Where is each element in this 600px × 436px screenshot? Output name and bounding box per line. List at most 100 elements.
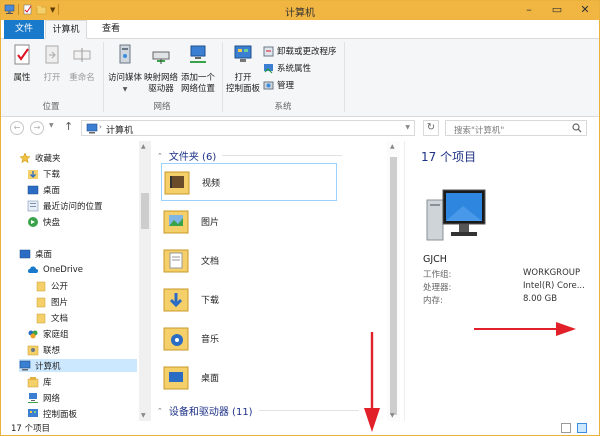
videos-folder-icon bbox=[164, 171, 190, 195]
refresh-button[interactable]: ↻ bbox=[423, 120, 439, 136]
content-scrollbar[interactable]: ▲ ▼ bbox=[387, 141, 400, 421]
rename-icon bbox=[73, 48, 91, 62]
add-network-location-icon bbox=[190, 45, 206, 63]
music-folder-icon bbox=[163, 327, 189, 351]
folder-item-pictures[interactable]: 图片 bbox=[161, 202, 337, 240]
recent-locations-chevron-icon[interactable]: ▼ bbox=[49, 122, 54, 129]
nav-item-computer[interactable]: 计算机 bbox=[19, 359, 137, 372]
nav-item-libraries[interactable]: 库 bbox=[27, 375, 52, 388]
ribbon-tabs: 文件 计算机 查看 bbox=[1, 20, 599, 39]
devices-group-header[interactable]: ⌃ 设备和驱动器 (11) bbox=[157, 403, 359, 418]
computer-name: GJCH bbox=[423, 254, 447, 265]
collapse-chevron-icon[interactable]: ⌃ bbox=[157, 152, 163, 160]
scroll-down-icon[interactable]: ▼ bbox=[390, 412, 395, 419]
scroll-up-icon[interactable]: ▲ bbox=[141, 143, 146, 150]
nav-item-public[interactable]: 公开 bbox=[35, 279, 68, 292]
folders-group-header[interactable]: ⌃ 文件夹 (6) bbox=[157, 148, 343, 163]
nav-label: 文档 bbox=[51, 313, 69, 324]
downloads-folder-icon bbox=[163, 288, 189, 312]
map-drive-button[interactable]: 映射网络 驱动器 bbox=[143, 43, 179, 95]
nav-pane-scrollbar[interactable]: ▲ ▼ bbox=[139, 141, 151, 421]
properties-button[interactable]: 属性 bbox=[8, 43, 36, 84]
nav-label: 桌面 bbox=[43, 185, 61, 196]
open-label: 打开 bbox=[43, 73, 61, 83]
folder-item-downloads[interactable]: 下载 bbox=[161, 280, 337, 318]
folder-item-videos[interactable]: 视频 bbox=[161, 163, 337, 201]
nav-item-favorites[interactable]: 收藏夹 bbox=[19, 151, 61, 164]
address-bar[interactable]: › 计算机 ▼ bbox=[81, 120, 415, 136]
computer-large-icon bbox=[426, 189, 486, 241]
large-icons-view-icon[interactable] bbox=[577, 423, 587, 433]
workgroup-label: 工作组: bbox=[423, 270, 452, 280]
forward-button[interactable]: → bbox=[30, 121, 44, 135]
nav-item-onedrive[interactable]: OneDrive bbox=[27, 263, 83, 276]
manage-label: 管理 bbox=[277, 81, 295, 91]
scroll-down-icon[interactable]: ▼ bbox=[141, 412, 146, 419]
map-drive-label-2: 驱动器 bbox=[148, 84, 174, 94]
nav-item-homegroup[interactable]: 家庭组 bbox=[27, 327, 69, 340]
nav-item-downloads[interactable]: 下载 bbox=[27, 167, 60, 180]
search-box[interactable]: 搜索"计算机" bbox=[445, 120, 587, 136]
folder-item-documents[interactable]: 文档 bbox=[161, 241, 337, 279]
up-button[interactable]: ↑ bbox=[64, 120, 73, 133]
properties-label: 属性 bbox=[13, 73, 31, 83]
group-network-label: 网络 bbox=[153, 102, 171, 112]
desktop-icon bbox=[19, 249, 31, 258]
rename-label: 重命名 bbox=[69, 73, 95, 83]
manage-button[interactable]: 管理 bbox=[263, 79, 294, 91]
nav-label: 图片 bbox=[51, 297, 69, 308]
nav-label: 桌面 bbox=[35, 249, 53, 260]
status-bar: 17 个项目 bbox=[1, 421, 599, 435]
devices-header-label: 设备和驱动器 (11) bbox=[168, 407, 253, 418]
maximize-button[interactable]: ▭ bbox=[543, 1, 571, 20]
folder-label: 下载 bbox=[201, 295, 220, 306]
tab-view[interactable]: 查看 bbox=[91, 20, 131, 39]
nav-item-documents[interactable]: 文档 bbox=[35, 311, 68, 324]
nav-item-control-panel[interactable]: 控制面板 bbox=[27, 407, 77, 420]
pictures-folder-icon bbox=[163, 210, 189, 234]
computer-icon bbox=[86, 123, 98, 134]
tab-file[interactable]: 文件 bbox=[4, 20, 44, 39]
downloads-icon bbox=[28, 169, 38, 179]
system-properties-label: 系统属性 bbox=[277, 64, 312, 74]
nav-item-desktop[interactable]: 桌面 bbox=[27, 183, 60, 196]
search-icon[interactable] bbox=[572, 123, 582, 133]
close-button[interactable]: ✕ bbox=[571, 1, 599, 20]
tab-computer[interactable]: 计算机 bbox=[45, 20, 87, 39]
group-divider bbox=[103, 42, 104, 112]
folder-item-music[interactable]: 音乐 bbox=[161, 319, 337, 357]
nav-label: 网络 bbox=[43, 393, 61, 404]
system-properties-icon bbox=[264, 63, 273, 73]
user-folder-icon bbox=[27, 345, 39, 355]
address-dropdown-chevron-icon[interactable]: ▼ bbox=[405, 124, 410, 131]
scroll-up-icon[interactable]: ▲ bbox=[390, 143, 395, 150]
nav-item-pictures[interactable]: 图片 bbox=[35, 295, 68, 308]
ribbon: 属性 打开 重命名 位置 访问媒体 ▼ 映射网络 驱动器 添加一个 网络位置 网… bbox=[1, 39, 599, 117]
minimize-button[interactable]: – bbox=[515, 1, 543, 20]
homegroup-icon bbox=[28, 330, 38, 338]
open-button[interactable]: 打开 bbox=[39, 43, 65, 84]
open-icon bbox=[45, 45, 59, 64]
scrollbar-thumb[interactable] bbox=[390, 157, 397, 415]
open-control-panel-button[interactable]: 打开 控制面板 bbox=[225, 43, 261, 95]
title-bar[interactable]: ▼ 计算机 – ▭ ✕ bbox=[1, 1, 599, 20]
collapse-chevron-icon[interactable]: ⌃ bbox=[157, 407, 163, 415]
folder-item-desktop[interactable]: 桌面 bbox=[161, 358, 337, 396]
nav-item-kuaipan[interactable]: 快盘 bbox=[27, 215, 60, 228]
properties-icon bbox=[14, 44, 30, 65]
memory-value: 8.00 GB bbox=[523, 294, 558, 304]
rename-button[interactable]: 重命名 bbox=[67, 43, 97, 84]
nav-item-recent[interactable]: 最近访问的位置 bbox=[27, 199, 103, 212]
nav-item-lenovo[interactable]: 联想 bbox=[27, 343, 60, 356]
uninstall-program-button[interactable]: 卸载或更改程序 bbox=[263, 45, 337, 57]
details-view-icon[interactable] bbox=[561, 423, 571, 433]
back-button[interactable]: ← bbox=[10, 121, 24, 135]
add-network-location-button[interactable]: 添加一个 网络位置 bbox=[179, 43, 217, 95]
nav-item-network[interactable]: 网络 bbox=[27, 391, 60, 404]
system-properties-button[interactable]: 系统属性 bbox=[263, 62, 311, 74]
group-divider bbox=[344, 42, 345, 112]
access-media-button[interactable]: 访问媒体 ▼ bbox=[107, 43, 143, 95]
map-network-drive-icon bbox=[152, 51, 170, 64]
scrollbar-thumb[interactable] bbox=[141, 193, 149, 229]
nav-item-desktop-root[interactable]: 桌面 bbox=[19, 247, 52, 260]
